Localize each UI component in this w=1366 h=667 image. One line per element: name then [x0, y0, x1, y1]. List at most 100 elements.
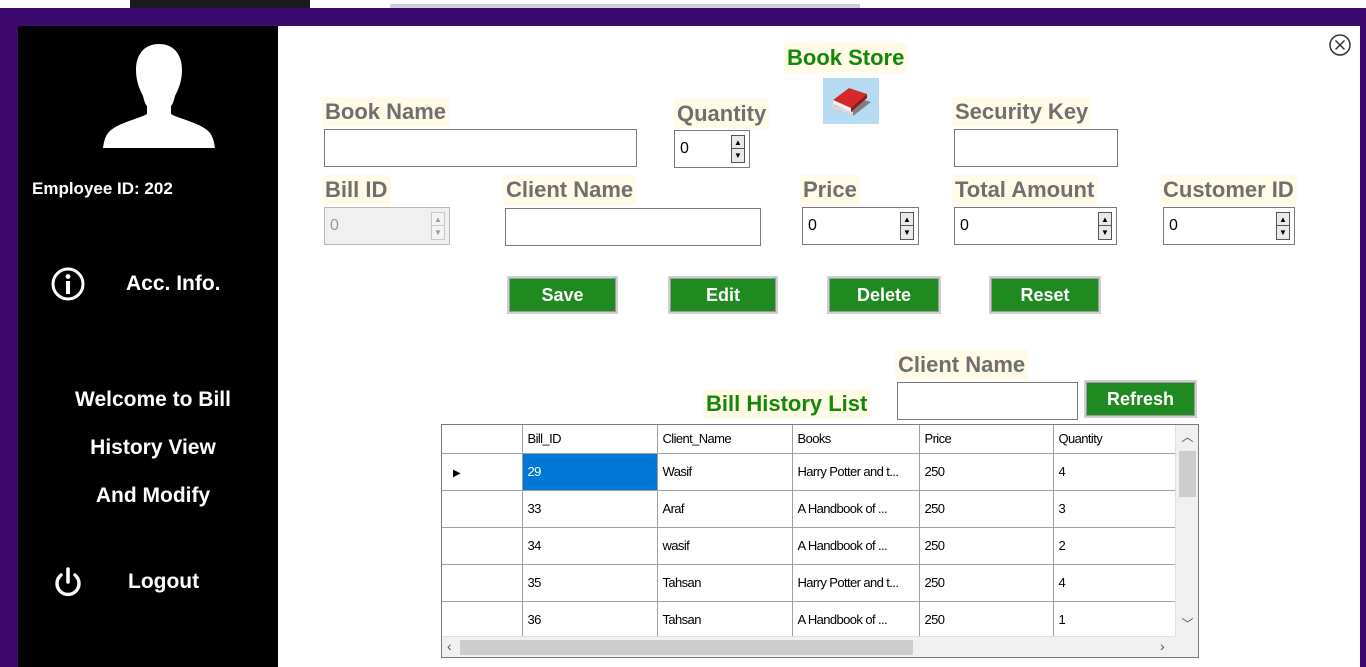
spin-down-icon[interactable]: ▼: [732, 149, 744, 162]
column-header-bill-id[interactable]: Bill_ID: [522, 425, 658, 454]
table-row[interactable]: 34 wasif A Handbook of ... 250 2: [442, 527, 1176, 565]
close-icon[interactable]: [1328, 33, 1352, 57]
table-row[interactable]: 35 Tahsan Harry Potter and t... 250 4: [442, 564, 1176, 602]
table-header-row: Bill_ID Client_Name Books Price Quantity: [442, 425, 1176, 454]
horizontal-scroll-thumb[interactable]: [460, 640, 913, 655]
spin-down-icon[interactable]: ▼: [1277, 226, 1289, 239]
bill-id-value: 0: [330, 217, 339, 234]
table-cell[interactable]: Harry Potter and t...: [792, 564, 920, 602]
book-icon: [823, 78, 879, 124]
table-cell[interactable]: Tahsan: [657, 601, 793, 639]
table-cell[interactable]: Wasif: [657, 453, 793, 491]
search-client-name-input[interactable]: [897, 382, 1078, 420]
horizontal-scrollbar[interactable]: ‹ ›: [442, 636, 1177, 657]
quantity-label: Quantity: [674, 99, 770, 129]
bill-history-table: Bill_ID Client_Name Books Price Quantity…: [442, 425, 1176, 639]
customer-id-stepper[interactable]: 0 ▲ ▼: [1163, 207, 1295, 245]
table-row[interactable]: 33 Araf A Handbook of ... 250 3: [442, 490, 1176, 528]
table-cell[interactable]: 29: [522, 453, 658, 491]
security-key-input[interactable]: [954, 129, 1118, 167]
power-icon: [55, 567, 81, 597]
table-cell[interactable]: 34: [522, 527, 658, 565]
scroll-up-icon[interactable]: ︿: [1176, 428, 1198, 445]
table-cell[interactable]: 250: [919, 527, 1054, 565]
table-cell[interactable]: 1: [1053, 601, 1176, 639]
save-button[interactable]: Save: [507, 276, 618, 314]
current-row-arrow-icon: ▶: [453, 468, 461, 479]
acc-info-label: Acc. Info.: [126, 272, 221, 295]
row-header[interactable]: [442, 601, 523, 639]
info-icon: [51, 267, 85, 301]
spin-down-icon[interactable]: ▼: [901, 226, 913, 239]
table-cell[interactable]: 36: [522, 601, 658, 639]
price-label: Price: [800, 175, 860, 205]
table-cell[interactable]: A Handbook of ...: [792, 490, 920, 528]
table-cell[interactable]: A Handbook of ...: [792, 601, 920, 639]
table-cell[interactable]: wasif: [657, 527, 793, 565]
table-cell[interactable]: Tahsan: [657, 564, 793, 602]
vertical-scrollbar[interactable]: ︿ ﹀: [1175, 425, 1198, 637]
bill-id-stepper: 0 ▲ ▼: [324, 207, 450, 245]
row-header[interactable]: ▶: [442, 453, 523, 491]
logout-button[interactable]: Logout: [50, 564, 199, 600]
table-cell[interactable]: 250: [919, 601, 1054, 639]
welcome-line-1: Welcome to Bill: [75, 388, 231, 411]
table-cell[interactable]: 4: [1053, 564, 1176, 602]
refresh-button[interactable]: Refresh: [1084, 380, 1197, 418]
table-row[interactable]: 36 Tahsan A Handbook of ... 250 1: [442, 601, 1176, 639]
table-cell[interactable]: 33: [522, 490, 658, 528]
table-cell[interactable]: 35: [522, 564, 658, 602]
row-header[interactable]: [442, 564, 523, 602]
table-cell[interactable]: Harry Potter and t...: [792, 453, 920, 491]
delete-button[interactable]: Delete: [827, 276, 941, 314]
spin-up-icon[interactable]: ▲: [732, 136, 744, 149]
row-header[interactable]: [442, 527, 523, 565]
column-header-quantity[interactable]: Quantity: [1053, 425, 1176, 454]
scroll-right-icon[interactable]: ›: [1160, 638, 1165, 654]
table-cell[interactable]: 250: [919, 564, 1054, 602]
logout-label: Logout: [128, 570, 200, 593]
quantity-spinner[interactable]: ▲ ▼: [731, 135, 745, 163]
spin-up-icon[interactable]: ▲: [1099, 213, 1111, 226]
table-cell[interactable]: Araf: [657, 490, 793, 528]
customer-id-value: 0: [1169, 217, 1178, 234]
book-name-input[interactable]: [324, 129, 637, 167]
price-value: 0: [808, 217, 817, 234]
spin-up-icon[interactable]: ▲: [1277, 213, 1289, 226]
column-header-client-name[interactable]: Client_Name: [657, 425, 793, 454]
table-row[interactable]: ▶ 29 Wasif Harry Potter and t... 250 4: [442, 453, 1176, 491]
table-cell[interactable]: A Handbook of ...: [792, 527, 920, 565]
price-spinner[interactable]: ▲ ▼: [900, 212, 914, 240]
table-cell[interactable]: 2: [1053, 527, 1176, 565]
scroll-down-icon[interactable]: ﹀: [1176, 615, 1198, 632]
customer-id-spinner[interactable]: ▲ ▼: [1276, 212, 1290, 240]
table-cell[interactable]: 4: [1053, 453, 1176, 491]
table-cell[interactable]: 250: [919, 453, 1054, 491]
column-header-price[interactable]: Price: [919, 425, 1054, 454]
scroll-left-icon[interactable]: ‹: [447, 638, 452, 654]
table-cell[interactable]: 250: [919, 490, 1054, 528]
spin-down-icon[interactable]: ▼: [1099, 226, 1111, 239]
top-strip: [0, 0, 1366, 8]
bill-history-grid[interactable]: Bill_ID Client_Name Books Price Quantity…: [441, 424, 1199, 658]
client-name-label: Client Name: [503, 175, 637, 205]
employee-id: Employee ID: 202: [32, 179, 173, 198]
price-stepper[interactable]: 0 ▲ ▼: [802, 207, 919, 245]
vertical-scroll-thumb[interactable]: [1179, 451, 1196, 497]
quantity-stepper[interactable]: 0 ▲ ▼: [674, 130, 750, 168]
bill-id-spinner: ▲ ▼: [431, 212, 445, 240]
search-client-name-label: Client Name: [895, 350, 1029, 380]
welcome-text: Welcome to Bill History View And Modify: [28, 376, 278, 520]
bill-history-title: Bill History List: [703, 389, 871, 419]
customer-id-label: Customer ID: [1160, 175, 1297, 205]
column-header-books[interactable]: Books: [792, 425, 920, 454]
client-name-input[interactable]: [505, 208, 761, 246]
spin-up-icon[interactable]: ▲: [901, 213, 913, 226]
total-amount-stepper[interactable]: 0 ▲ ▼: [954, 207, 1117, 245]
reset-button[interactable]: Reset: [989, 276, 1101, 314]
total-amount-spinner[interactable]: ▲ ▼: [1098, 212, 1112, 240]
edit-button[interactable]: Edit: [668, 276, 778, 314]
acc-info-button[interactable]: Acc. Info.: [50, 266, 221, 302]
row-header[interactable]: [442, 490, 523, 528]
table-cell[interactable]: 3: [1053, 490, 1176, 528]
